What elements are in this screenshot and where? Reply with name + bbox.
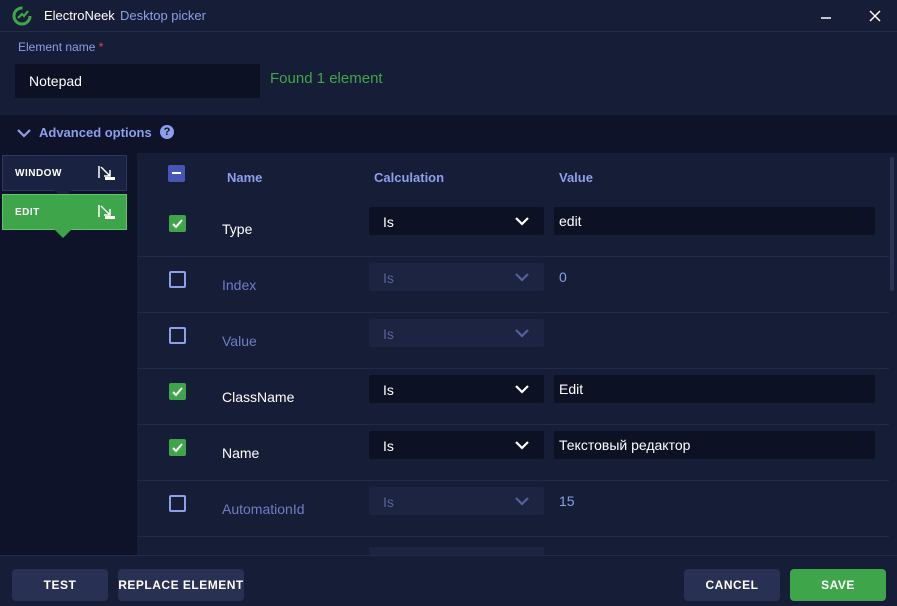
row-checkbox[interactable] [169, 383, 186, 400]
value-input[interactable] [554, 207, 875, 235]
calculation-value: Is [383, 270, 394, 286]
title-bar: ElectroNeek Desktop picker [0, 0, 897, 32]
close-icon [869, 10, 881, 22]
value-input[interactable] [554, 375, 875, 403]
test-button[interactable]: TEST [12, 569, 108, 601]
check-icon [172, 219, 183, 229]
close-button[interactable] [863, 4, 887, 28]
chevron-down-icon [515, 217, 529, 226]
required-mark: * [98, 40, 104, 54]
value-input[interactable] [554, 487, 875, 515]
column-header-calculation: Calculation [374, 170, 445, 185]
chevron-down-icon [515, 497, 529, 506]
pick-element-icon[interactable] [98, 204, 116, 220]
tree-node-edit[interactable]: EDIT [2, 194, 127, 230]
calculation-value: Is [383, 382, 394, 398]
element-tree: WINDOW EDIT [0, 153, 137, 555]
calculation-dropdown[interactable]: Is [369, 319, 544, 347]
tree-node-window[interactable]: WINDOW [2, 155, 127, 191]
calculation-dropdown[interactable]: Is [369, 375, 544, 403]
table-row: AutomationId Is [137, 481, 889, 537]
calculation-dropdown[interactable]: Is [369, 431, 544, 459]
row-checkbox[interactable] [169, 215, 186, 232]
check-icon [172, 443, 183, 453]
column-header-name: Name [227, 170, 263, 185]
pick-element-icon[interactable] [98, 165, 116, 181]
value-input[interactable] [554, 319, 875, 347]
calculation-dropdown[interactable]: Is [369, 207, 544, 235]
attribute-name: Type [222, 221, 253, 237]
row-checkbox[interactable] [169, 439, 186, 456]
chevron-down-icon [515, 273, 529, 282]
element-name-label: Element name * [18, 40, 103, 54]
electroneek-logo-icon [12, 6, 32, 26]
attributes-table: Name Calculation Value Type Is Index Is … [137, 153, 897, 555]
attribute-name: ClassName [222, 389, 295, 405]
table-row: Value Is [137, 313, 889, 369]
element-name-input[interactable] [15, 64, 260, 98]
table-scrollbar[interactable] [890, 157, 894, 291]
chevron-down-icon [515, 329, 529, 338]
calculation-value: Is [383, 494, 394, 510]
table-row: Name Is [137, 425, 889, 481]
value-input[interactable] [554, 431, 875, 459]
row-checkbox[interactable] [169, 495, 186, 512]
element-name-section: Element name * Found 1 element [0, 33, 897, 115]
select-all-checkbox[interactable] [168, 165, 185, 182]
attribute-name: AutomationId [222, 501, 305, 517]
table-row: Type Is [137, 201, 889, 257]
minimize-button[interactable] [814, 4, 838, 28]
found-status: Found 1 element [270, 70, 383, 87]
calculation-dropdown[interactable]: Is [369, 263, 544, 291]
app-title: ElectroNeek [44, 8, 115, 23]
save-button[interactable]: SAVE [790, 569, 886, 601]
cancel-button[interactable]: CANCEL [684, 569, 780, 601]
check-icon [172, 387, 183, 397]
footer-bar: TEST REPLACE ELEMENT CANCEL SAVE [0, 555, 897, 606]
value-input[interactable] [554, 263, 875, 291]
column-header-value: Value [559, 170, 593, 185]
attribute-name: Index [222, 277, 257, 293]
minimize-icon [821, 17, 831, 19]
replace-element-button[interactable]: REPLACE ELEMENT [118, 569, 244, 601]
next-row-dropdown-partial [369, 547, 544, 555]
chevron-down-icon [515, 441, 529, 450]
row-checkbox[interactable] [169, 327, 186, 344]
tree-node-label: EDIT [15, 207, 40, 218]
element-name-label-text: Element name [18, 40, 96, 54]
attribute-name: Value [222, 333, 257, 349]
help-icon[interactable]: ? [160, 125, 174, 139]
attribute-name: Name [222, 445, 260, 461]
table-row: ClassName Is [137, 369, 889, 425]
row-checkbox[interactable] [169, 271, 186, 288]
calculation-value: Is [383, 438, 394, 454]
calculation-dropdown[interactable]: Is [369, 487, 544, 515]
table-row: Index Is [137, 257, 889, 313]
advanced-options-toggle[interactable]: Advanced options ? [0, 115, 897, 153]
window-subtitle: Desktop picker [120, 8, 206, 23]
calculation-value: Is [383, 326, 394, 342]
tree-node-label: WINDOW [15, 168, 62, 179]
tree-selected-pointer [54, 229, 72, 238]
advanced-options-label: Advanced options [39, 125, 152, 140]
calculation-value: Is [383, 214, 394, 230]
chevron-down-icon [17, 129, 31, 138]
chevron-down-icon [515, 385, 529, 394]
